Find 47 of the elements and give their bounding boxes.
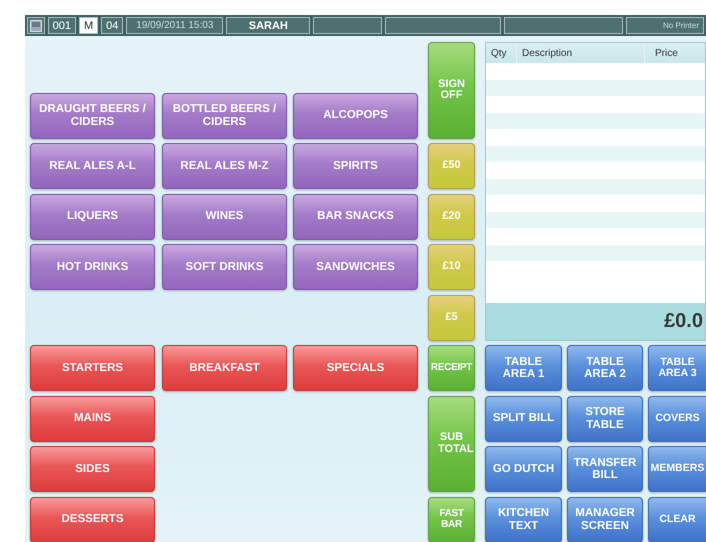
category-button[interactable]: DRAUGHT BEERS / CIDERS <box>30 92 155 138</box>
action-button[interactable]: SIGN OFF <box>428 42 475 138</box>
function-button[interactable]: MEMBERS <box>648 446 706 492</box>
cash-button[interactable]: £20 <box>428 194 475 240</box>
user-name: SARAH <box>226 17 310 34</box>
function-button[interactable]: TABLE AREA 2 <box>567 345 643 391</box>
category-button[interactable]: REAL ALES M-Z <box>162 143 287 189</box>
category-button[interactable]: SPIRITS <box>293 143 418 189</box>
cash-button[interactable]: £50 <box>428 143 475 189</box>
cash-button[interactable]: £5 <box>428 294 475 340</box>
mode-indicator: M <box>78 17 98 34</box>
status-panel <box>313 17 382 34</box>
cash-button[interactable]: £10 <box>428 244 475 290</box>
action-button[interactable]: FAST BAR <box>428 496 475 542</box>
column-header: Price <box>654 46 679 60</box>
category-button[interactable]: HOT DRINKS <box>30 244 155 290</box>
function-button[interactable]: GO DUTCH <box>485 446 562 492</box>
total-amount: £0.0 <box>664 310 703 332</box>
function-button[interactable]: TABLE AREA 1 <box>485 345 562 391</box>
category-button[interactable]: SIDES <box>30 446 155 492</box>
category-button[interactable]: BAR SNACKS <box>293 194 418 240</box>
category-button[interactable]: WINES <box>162 194 287 240</box>
function-button[interactable]: TABLE AREA 3 <box>648 345 706 391</box>
category-button[interactable]: MAINS <box>30 396 155 442</box>
category-button[interactable]: DESSERTS <box>30 496 155 542</box>
action-button[interactable]: SUB TOTAL <box>428 396 475 492</box>
function-button[interactable]: KITCHEN TEXT <box>485 496 562 542</box>
printer-status: No Printer <box>626 17 704 34</box>
function-button[interactable]: MANAGER SCREEN <box>567 496 643 542</box>
function-button[interactable]: STORE TABLE <box>567 396 643 442</box>
date-time: 19/09/2011 15:03 <box>126 17 224 34</box>
category-button[interactable]: SOFT DRINKS <box>162 244 287 290</box>
category-button[interactable]: STARTERS <box>30 345 155 391</box>
category-button[interactable]: LIQUERS <box>30 194 155 240</box>
register-number: 04 <box>101 17 124 34</box>
category-button[interactable]: BOTTLED BEERS / CIDERS <box>162 92 287 138</box>
function-button[interactable]: SPLIT BILL <box>485 396 562 442</box>
category-button[interactable]: BREAKFAST <box>162 345 287 391</box>
action-button[interactable]: RECEIPT <box>428 345 475 391</box>
function-button[interactable]: CLEAR <box>648 496 706 542</box>
category-button[interactable]: ALCOPOPS <box>293 92 418 138</box>
category-button[interactable]: SANDWICHES <box>293 244 418 290</box>
terminal-number: 001 <box>48 17 76 34</box>
function-button[interactable]: COVERS <box>648 396 706 442</box>
function-button[interactable]: TRANSFER BILL <box>567 446 643 492</box>
category-button[interactable]: SPECIALS <box>293 345 418 391</box>
category-button[interactable]: REAL ALES A-L <box>30 143 155 189</box>
